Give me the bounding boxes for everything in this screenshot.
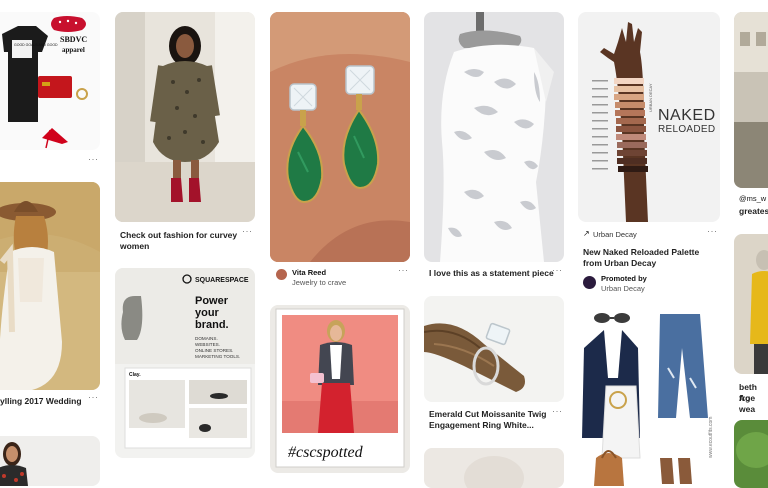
naked-title-2: RELOADED [658,124,715,135]
statement-dress-image [424,12,564,262]
outfit-watermark: www.ecoutfits.com [708,417,714,458]
pin-user-name[interactable]: Vita Reed [292,268,326,277]
polaroid-image: #cscspotted [270,305,410,473]
pin-caption[interactable]: ylling 2017 Wedding [0,396,82,407]
right-bottom-image [734,420,768,488]
pin-more-icon[interactable]: ··· [552,406,563,416]
pin-woman-floral[interactable] [0,436,100,486]
promoted-name[interactable]: Urban Decay [601,284,645,293]
collage-text-2: apparel [62,46,85,54]
pin-col4-bottom[interactable] [424,448,564,488]
naked-brand-small: URBAN DECAY [648,83,653,112]
pin-source-link[interactable]: Urban Decay [593,230,637,239]
fashion-collage-image: GOOD GOALS AND GOOD SBDVC apparel [0,12,100,150]
naked-title-1: NAKED [658,107,716,124]
pin-user-name[interactable]: @ms_w [739,194,766,203]
ad-headline-1: Power [195,295,229,307]
naked-reloaded-image: URBAN DECAY NAKED RELOADED [578,12,720,222]
ad-headline-3: brand. [195,319,229,331]
engagement-ring-image [424,296,564,402]
pin-curvy-fashion[interactable] [115,12,255,222]
wedding-dress-image [0,182,100,390]
curvy-fashion-image [115,12,255,222]
pin-right-bottom[interactable] [734,420,768,488]
pin-right-top[interactable] [734,12,768,188]
pin-emerald-earrings[interactable] [270,12,410,262]
right-top-image [734,12,768,188]
col4-bottom-image [424,448,564,488]
woman-floral-image [0,436,100,486]
pin-outfit-collage[interactable]: www.ecoutfits.com [578,308,720,488]
right-mid-image [734,234,768,374]
pin-polaroid[interactable]: #cscspotted [270,305,410,473]
pin-more-icon[interactable]: ··· [398,265,409,275]
pin-caption[interactable]: greatest [739,206,768,217]
pin-wedding-dress[interactable] [0,182,100,390]
pin-right-mid[interactable] [734,234,768,374]
ad-list-2: WEBSITES. [195,342,220,347]
ad-list-3: ONLINE STORES. [195,348,233,353]
pin-engagement-ring[interactable] [424,296,564,402]
pin-caption[interactable]: Emerald Cut Moissanite Twig [429,409,546,420]
pin-caption-2[interactable]: Engagement Ring White... [429,420,534,431]
arrow-up-right-icon: ↗ [583,229,590,238]
squarespace-ad-image: SQUARESPACE Power your brand. DOMAINS. W… [115,268,255,458]
pin-statement-dress[interactable] [424,12,564,262]
tee-text: GOOD GOALS AND GOOD [14,43,58,47]
emerald-earrings-image [270,12,410,262]
pin-squarespace-ad[interactable]: SQUARESPACE Power your brand. DOMAINS. W… [115,268,255,458]
promoted-label: Promoted by [601,274,647,283]
pin-caption-2[interactable]: Age wea [739,393,768,415]
pin-fashion-collage[interactable]: GOOD GOALS AND GOOD SBDVC apparel [0,12,100,150]
pin-caption[interactable]: New Naked Reloaded Palette [583,247,699,258]
mock-brand: Clay. [129,372,141,378]
pin-more-icon[interactable]: ··· [88,392,99,402]
ad-headline-2: your [195,307,220,319]
squarespace-logo-text: SQUARESPACE [195,277,249,284]
pin-more-icon[interactable]: ··· [707,226,718,236]
promoter-avatar[interactable] [583,276,596,289]
pin-more-icon[interactable]: ··· [242,226,253,236]
pin-caption-2[interactable]: from Urban Decay [583,258,656,269]
ad-list-4: MARKETING TOOLS. [195,354,240,359]
pin-caption[interactable]: Check out fashion for curvey [120,230,237,241]
ad-list-1: DOMAINS. [195,336,218,341]
pin-naked-reloaded[interactable]: URBAN DECAY NAKED RELOADED [578,12,720,222]
pin-caption-2[interactable]: women [120,241,149,252]
collage-text-1: SBDVC [60,35,87,44]
pin-more-icon[interactable]: ··· [88,154,99,164]
avatar[interactable] [276,269,287,280]
outfit-collage-image: www.ecoutfits.com [578,308,720,488]
pin-user-subtitle[interactable]: Jewelry to crave [292,278,346,287]
pin-more-icon[interactable]: ··· [552,265,563,275]
pin-caption[interactable]: I love this as a statement piece [429,268,554,279]
polaroid-hashtag: #cscspotted [288,444,364,461]
